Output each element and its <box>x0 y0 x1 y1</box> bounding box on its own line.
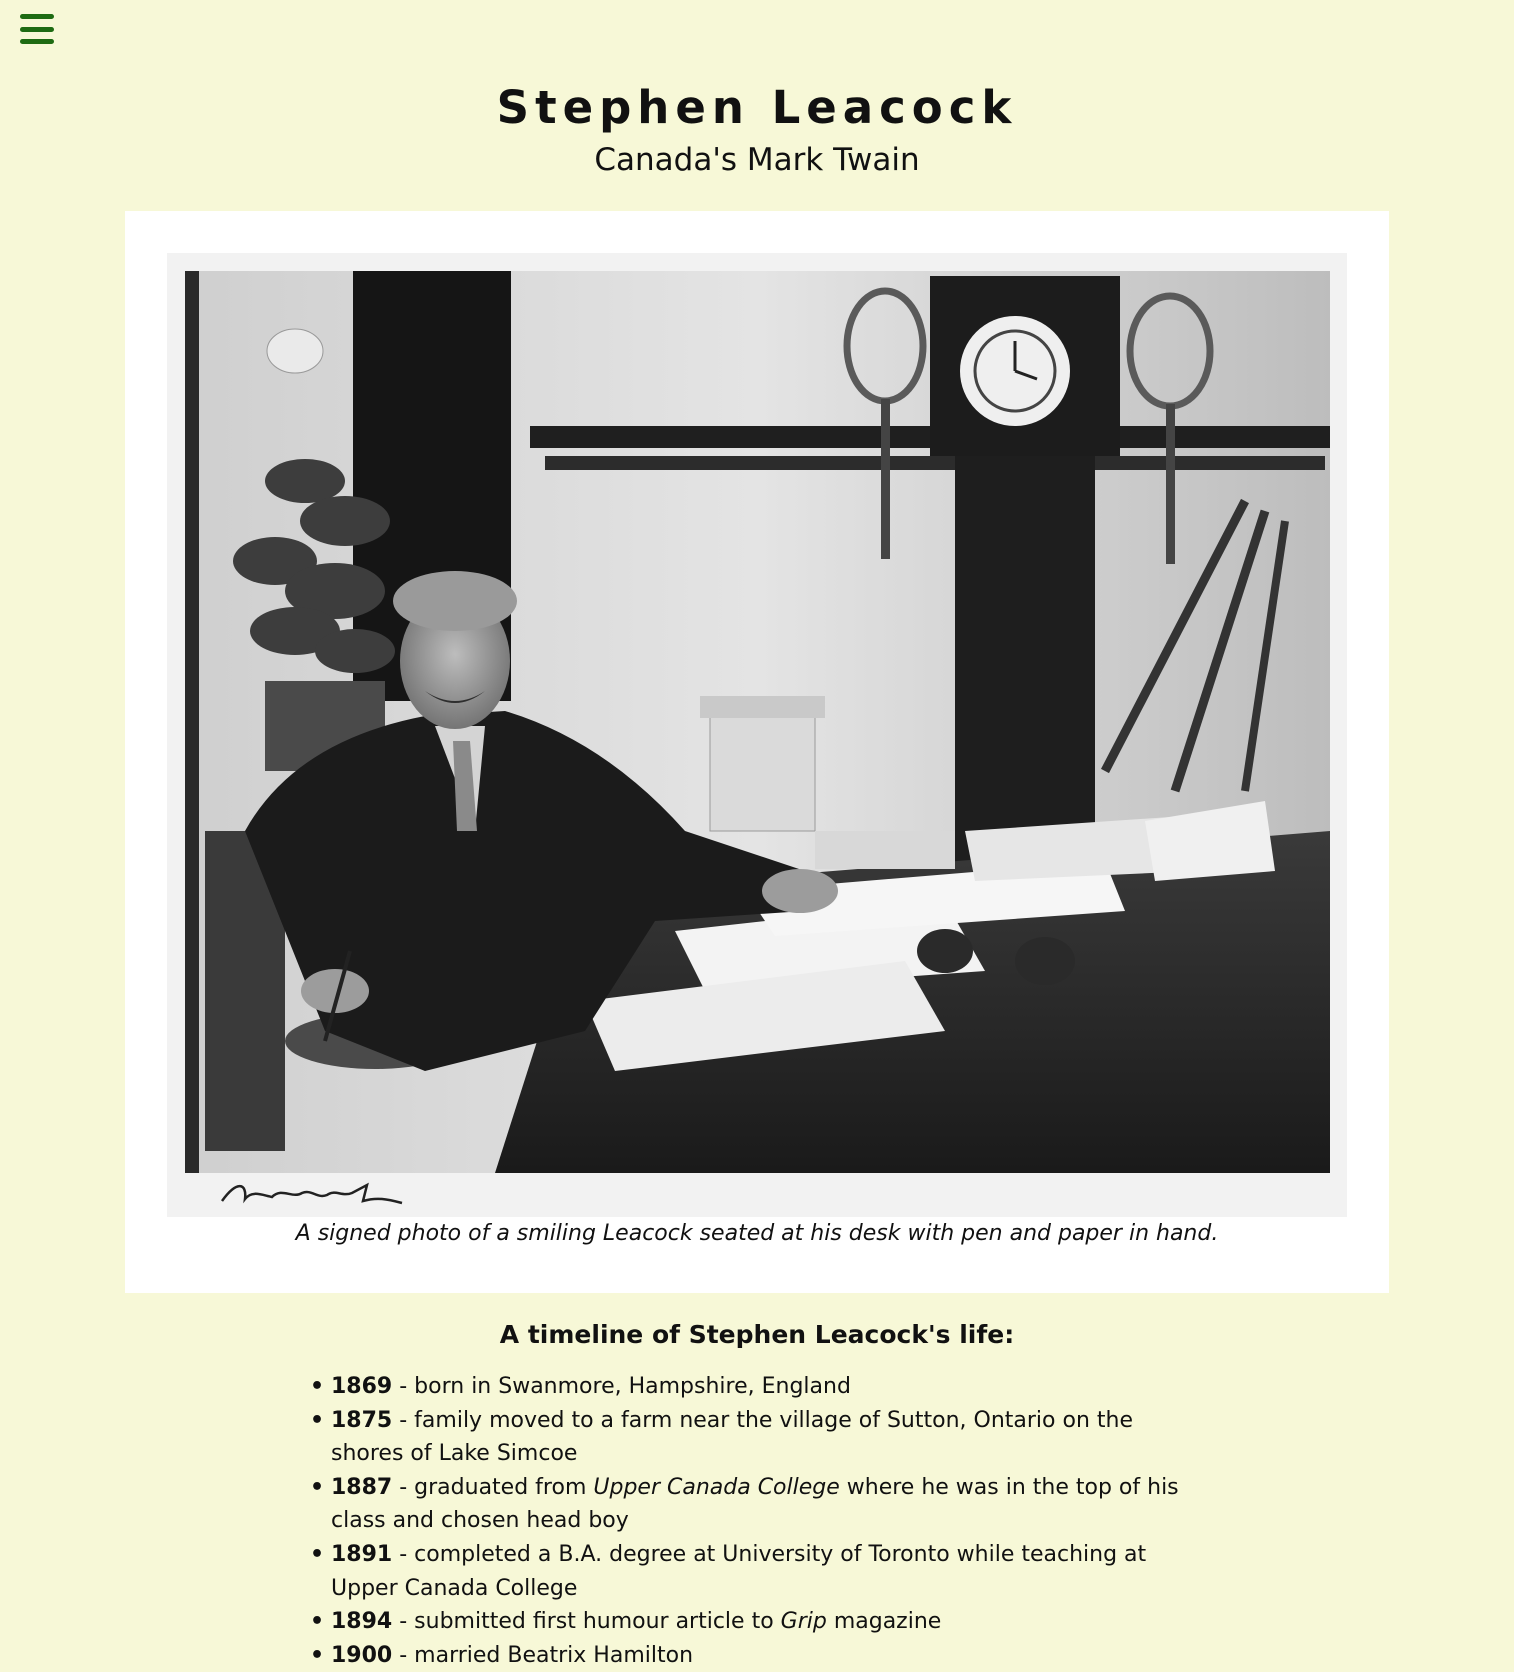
menu-bar-middle <box>20 26 54 32</box>
timeline-text: completed a B.A. degree at University of… <box>331 1541 1147 1601</box>
timeline-item: 1891 - completed a B.A. degree at Univer… <box>310 1538 1210 1605</box>
timeline-year: 1887 <box>331 1474 393 1500</box>
timeline-text: married Beatrix Hamilton <box>414 1642 694 1668</box>
timeline-italic-text: Grip <box>780 1609 827 1635</box>
timeline-year: 1875 <box>331 1407 393 1433</box>
timeline-item: 1875 - family moved to a farm near the v… <box>310 1404 1210 1471</box>
photo-card: A signed photo of a smiling Leacock seat… <box>125 211 1389 1293</box>
timeline-list: 1869 - born in Swanmore, Hampshire, Engl… <box>310 1370 1210 1672</box>
timeline-separator: - <box>392 1374 415 1399</box>
timeline-italic-text: Upper Canada College <box>593 1474 840 1500</box>
timeline-text: family moved to a farm near the village … <box>331 1407 1133 1467</box>
photographer-signature <box>220 1182 403 1205</box>
timeline-separator: - <box>392 1474 415 1500</box>
menu-bar-bottom <box>20 39 54 44</box>
timeline-text: graduated from <box>414 1474 594 1500</box>
timeline-year: 1900 <box>331 1642 393 1668</box>
hamburger-menu-icon[interactable] <box>20 14 54 44</box>
timeline-item: 1887 - graduated from Upper Canada Colle… <box>310 1471 1210 1538</box>
timeline-item: 1894 - submitted first humour article to… <box>310 1605 1210 1639</box>
page-header: Stephen Leacock Canada's Mark Twain <box>0 80 1514 180</box>
timeline-text: submitted first humour article to <box>414 1609 781 1635</box>
timeline-item: 1869 - born in Swanmore, Hampshire, Engl… <box>310 1370 1210 1404</box>
timeline-year: 1869 <box>331 1374 393 1399</box>
timeline-item: 1900 - married Beatrix Hamilton <box>310 1639 1210 1672</box>
timeline-separator: - <box>392 1642 415 1668</box>
photo-caption: A signed photo of a smiling Leacock seat… <box>295 1221 1219 1246</box>
page-subtitle: Canada's Mark Twain <box>594 142 920 178</box>
timeline-year: 1894 <box>331 1609 393 1635</box>
leacock-photo <box>185 271 1330 1173</box>
timeline-text: born in Swanmore, Hampshire, England <box>414 1374 851 1399</box>
timeline-text: magazine <box>826 1609 942 1635</box>
timeline-heading: A timeline of Stephen Leacock's life: <box>499 1320 1015 1349</box>
menu-bar-top <box>20 14 54 19</box>
page-title: Stephen Leacock <box>496 81 1018 134</box>
timeline-section: A timeline of Stephen Leacock's life: 18… <box>0 1318 1514 1672</box>
timeline-separator: - <box>392 1541 415 1567</box>
timeline-year: 1891 <box>331 1541 393 1567</box>
timeline-separator: - <box>392 1407 415 1433</box>
timeline-separator: - <box>392 1609 415 1635</box>
photo-frame <box>167 253 1347 1217</box>
